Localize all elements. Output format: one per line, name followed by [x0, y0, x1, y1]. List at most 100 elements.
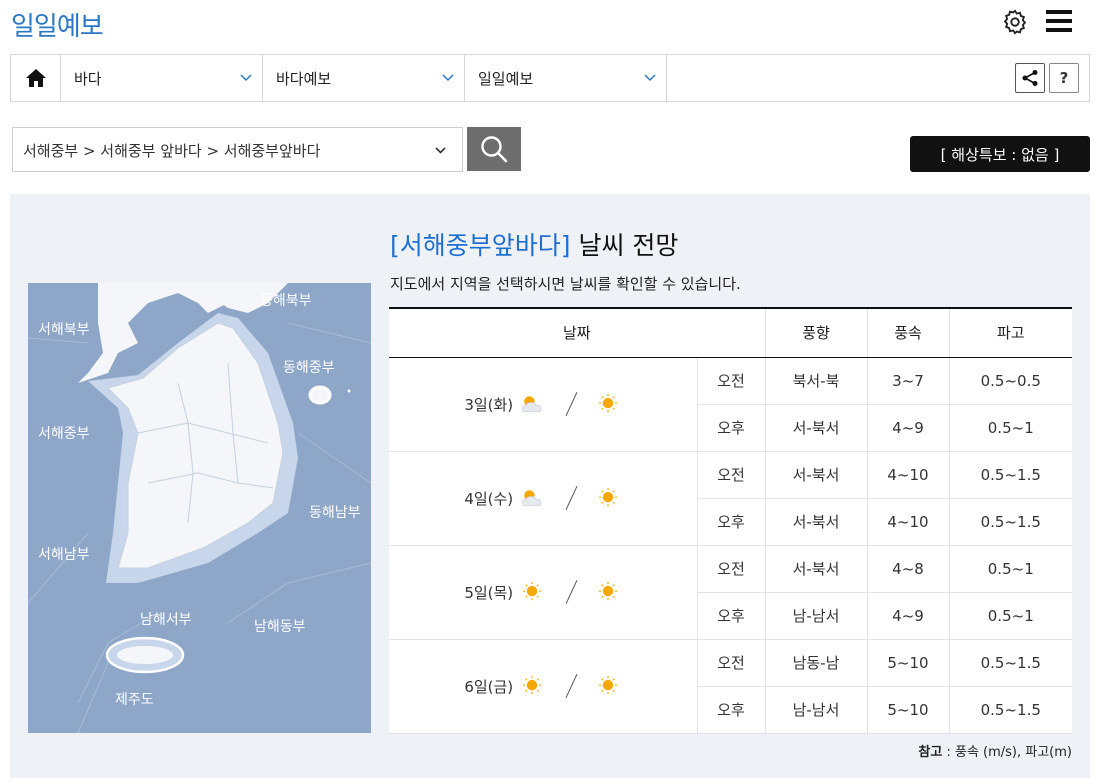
- wave-height-cell: 0.5~1.5: [949, 686, 1072, 734]
- wind-direction-cell: 남-남서: [765, 592, 868, 640]
- table-row: 4일(수) 오전 서-북서 4~10 0.5~1.5: [389, 451, 1072, 546]
- map-guide-text: 지도에서 지역을 선택하시면 날씨를 확인할 수 있습니다.: [390, 275, 741, 293]
- sunny-icon: [599, 488, 618, 507]
- hamburger-menu-icon[interactable]: [1046, 10, 1072, 34]
- gear-icon[interactable]: [1001, 8, 1029, 36]
- wave-height-cell: 0.5~1.5: [949, 498, 1072, 546]
- column-header-wave: 파고: [949, 307, 1072, 358]
- sunny-icon: [599, 676, 618, 695]
- wind-speed-cell: 4~9: [867, 592, 950, 640]
- wave-height-cell: 0.5~1: [949, 545, 1072, 593]
- wind-direction-cell: 남-남서: [765, 686, 868, 734]
- wind-speed-cell: 5~10: [867, 639, 950, 687]
- navigation-bar: 바다 바다예보 일일예보 ?: [10, 54, 1090, 102]
- search-icon: [481, 136, 508, 163]
- wind-speed-cell: 4~10: [867, 498, 950, 546]
- date-label: 3일(화): [464, 395, 514, 414]
- forecast-table: 날짜 풍향 풍속 파고 3일(화) 오전 북서-북 3~7 0.5~0.5 오후 서-북서…: [389, 307, 1072, 734]
- wind-direction-cell: 서-북서: [765, 404, 868, 452]
- wave-height-cell: 0.5~1: [949, 404, 1072, 452]
- map-zone-east-north[interactable]: 동해북부: [260, 290, 312, 310]
- table-row: 6일(금) 오전 남동-남 5~10 0.5~1.5: [389, 639, 1072, 734]
- chevron-down-icon: [644, 74, 656, 82]
- date-cell: 6일(금): [389, 639, 698, 734]
- wind-speed-cell: 4~8: [867, 545, 950, 593]
- map-zone-west-central[interactable]: 서해중부: [38, 423, 90, 443]
- partly-cloudy-icon: [522, 396, 542, 413]
- wind-direction-cell: 서-북서: [765, 451, 868, 499]
- page-title: 일일예보: [11, 12, 104, 42]
- column-header-direction: 풍향: [765, 307, 868, 358]
- sunny-icon: [523, 582, 542, 601]
- partly-cloudy-icon: [522, 490, 542, 507]
- forecast-region-map[interactable]: 서해북부 동해북부 동해중부 서해중부 동해남부 서해남부 남해서부 남해동부 …: [28, 283, 371, 733]
- column-header-date: 날짜: [389, 307, 766, 358]
- share-icon: [1022, 70, 1038, 86]
- wind-speed-cell: 4~10: [867, 451, 950, 499]
- region-select-value: 서해중부 > 서해중부 앞바다 > 서해중부앞바다: [23, 142, 321, 160]
- home-button[interactable]: [11, 55, 61, 101]
- sunny-icon: [599, 582, 618, 601]
- help-button[interactable]: ?: [1049, 63, 1079, 93]
- map-zone-west-south[interactable]: 서해남부: [38, 544, 90, 564]
- column-header-speed: 풍속: [867, 307, 950, 358]
- wave-height-cell: 0.5~1.5: [949, 639, 1072, 687]
- map-zone-east-central[interactable]: 동해중부: [283, 357, 335, 377]
- nav-dropdown-daily-forecast[interactable]: 일일예보: [465, 55, 667, 101]
- date-label: 6일(금): [464, 677, 514, 696]
- chevron-down-icon: [435, 147, 446, 154]
- sunny-icon: [523, 676, 542, 695]
- period-cell: 오후: [697, 686, 766, 734]
- nav-dropdown-label: 일일예보: [478, 70, 534, 88]
- forecast-heading: [서해중부앞바다] 날씨 전망: [390, 226, 678, 262]
- nav-dropdown-marine-forecast[interactable]: 바다예보: [263, 55, 465, 101]
- wind-speed-cell: 5~10: [867, 686, 950, 734]
- sunny-icon: [599, 394, 618, 413]
- forecast-panel: 서해북부 동해북부 동해중부 서해중부 동해남부 서해남부 남해서부 남해동부 …: [10, 194, 1090, 778]
- table-row: 3일(화) 오전 북서-북 3~7 0.5~0.5: [389, 357, 1072, 452]
- wind-speed-cell: 3~7: [867, 357, 950, 405]
- home-icon: [25, 69, 46, 87]
- chevron-down-icon: [442, 74, 454, 82]
- period-cell: 오전: [697, 545, 766, 593]
- nav-dropdown-label: 바다: [74, 70, 102, 88]
- nav-dropdown-label: 바다예보: [276, 70, 332, 88]
- date-cell: 3일(화): [389, 357, 698, 452]
- divider-slash: [565, 486, 579, 510]
- wind-direction-cell: 남동-남: [765, 639, 868, 687]
- period-cell: 오전: [697, 639, 766, 687]
- map-zone-jeju[interactable]: 제주도: [115, 689, 154, 709]
- wave-height-cell: 0.5~1.5: [949, 451, 1072, 499]
- unit-note-label: 참고: [918, 745, 943, 760]
- wind-direction-cell: 북서-북: [765, 357, 868, 405]
- wind-direction-cell: 서-북서: [765, 498, 868, 546]
- period-cell: 오전: [697, 357, 766, 405]
- chevron-down-icon: [240, 74, 252, 82]
- map-zone-west-north[interactable]: 서해북부: [38, 319, 90, 339]
- wind-speed-cell: 4~9: [867, 404, 950, 452]
- marine-warning-button[interactable]: [ 해상특보 : 없음 ]: [910, 136, 1090, 172]
- map-zone-east-south[interactable]: 동해남부: [309, 502, 361, 522]
- wave-height-cell: 0.5~0.5: [949, 357, 1072, 405]
- period-cell: 오전: [697, 451, 766, 499]
- date-label: 5일(목): [464, 583, 514, 602]
- wave-height-cell: 0.5~1: [949, 592, 1072, 640]
- region-select[interactable]: 서해중부 > 서해중부 앞바다 > 서해중부앞바다: [12, 127, 463, 172]
- search-button[interactable]: [467, 127, 521, 171]
- divider-slash: [565, 580, 579, 604]
- wind-direction-cell: 서-북서: [765, 545, 868, 593]
- map-zone-south-west[interactable]: 남해서부: [140, 609, 192, 629]
- unit-note: 참고 : 풍속 (m/s), 파고(m): [918, 741, 1072, 760]
- divider-slash: [565, 674, 579, 698]
- period-cell: 오후: [697, 404, 766, 452]
- share-button[interactable]: [1015, 63, 1045, 93]
- period-cell: 오후: [697, 592, 766, 640]
- map-zone-south-east[interactable]: 남해동부: [254, 616, 306, 636]
- date-cell: 4일(수): [389, 451, 698, 546]
- divider-slash: [565, 392, 579, 416]
- date-cell: 5일(목): [389, 545, 698, 640]
- unit-note-text: : 풍속 (m/s), 파고(m): [942, 745, 1072, 760]
- nav-dropdown-sea[interactable]: 바다: [61, 55, 263, 101]
- date-label: 4일(수): [464, 489, 514, 508]
- forecast-heading-text: 날씨 전망: [570, 231, 679, 260]
